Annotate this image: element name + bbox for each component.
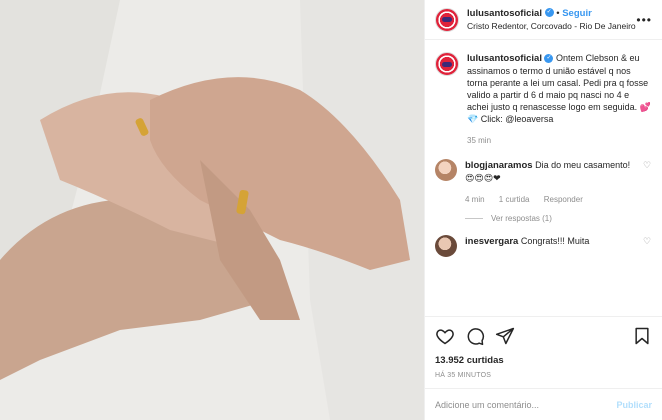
likes-count[interactable]: 13.952 curtidas <box>435 355 652 366</box>
like-heart-icon[interactable] <box>435 326 455 346</box>
comment-username[interactable]: inesvergara <box>465 236 518 247</box>
comment-bubble-icon[interactable] <box>465 326 485 346</box>
comment-time: 4 min <box>465 195 485 204</box>
replies-divider <box>465 218 483 219</box>
hands-with-rings-image <box>0 0 424 420</box>
follow-button[interactable]: Seguir <box>562 8 592 19</box>
mask-logo-icon <box>442 17 452 22</box>
more-dots-icon[interactable]: ••• <box>636 13 652 27</box>
comment-heart-icon[interactable]: ♡ <box>643 237 652 246</box>
caption-row: lulusantosoficial ✓ Ontem Clebson & eu a… <box>435 52 652 147</box>
comment-username[interactable]: blogjanaramos <box>465 160 533 171</box>
post-time-ago: HÁ 35 MINUTOS <box>435 372 492 379</box>
caption-time: 35 min <box>467 136 492 145</box>
caption-username[interactable]: lulusantosoficial <box>467 53 542 64</box>
caption-avatar[interactable] <box>435 52 459 76</box>
comment-input[interactable] <box>435 399 617 410</box>
comment-content: blogjanaramos Dia do meu casamento! 😍😍😍❤… <box>465 159 637 206</box>
view-replies-button[interactable]: Ver respostas (1) <box>465 214 652 223</box>
profile-avatar[interactable] <box>435 7 459 32</box>
comment-row: inesvergara Congrats!!! Muita ♡ <box>435 235 652 257</box>
comment-content: inesvergara Congrats!!! Muita <box>465 235 637 257</box>
post-header-info: lulusantosoficial ✓ • Seguir Cristo Rede… <box>467 7 636 33</box>
mask-logo-icon <box>442 61 452 67</box>
reply-button[interactable]: Responder <box>544 195 583 204</box>
caption-content: lulusantosoficial ✓ Ontem Clebson & eu a… <box>467 52 652 147</box>
verified-badge-icon: ✓ <box>544 54 554 64</box>
post-username[interactable]: lulusantosoficial <box>467 8 542 19</box>
comment-meta: 4 min 1 curtida Responder <box>465 194 637 206</box>
post-photo[interactable] <box>0 0 424 420</box>
separator-dot: • <box>556 7 560 19</box>
comment-avatar[interactable] <box>435 159 457 181</box>
share-send-icon[interactable] <box>495 326 515 346</box>
comment-composer: Publicar <box>425 388 662 420</box>
verified-badge-icon: ✓ <box>544 8 554 18</box>
comment-text: Congrats!!! Muita <box>520 236 590 246</box>
post-header: lulusantosoficial ✓ • Seguir Cristo Rede… <box>425 0 662 40</box>
post-side-panel: lulusantosoficial ✓ • Seguir Cristo Rede… <box>424 0 662 420</box>
comment-avatar[interactable] <box>435 235 457 257</box>
post-actions: 13.952 curtidas HÁ 35 MINUTOS <box>425 316 662 379</box>
view-replies-label: Ver respostas (1) <box>491 214 552 223</box>
instagram-post-window: lulusantosoficial ✓ • Seguir Cristo Rede… <box>0 0 662 420</box>
post-location[interactable]: Cristo Redentor, Corcovado - Rio De Jane… <box>467 20 636 33</box>
comment-likes[interactable]: 1 curtida <box>499 195 530 204</box>
publish-button[interactable]: Publicar <box>616 400 652 410</box>
action-icons <box>435 325 652 347</box>
header-line: lulusantosoficial ✓ • Seguir <box>467 7 636 20</box>
caption-meta: 35 min <box>467 135 652 147</box>
comments-area[interactable]: lulusantosoficial ✓ Ontem Clebson & eu a… <box>425 40 662 316</box>
comment-heart-icon[interactable]: ♡ <box>643 161 652 170</box>
comment-row: blogjanaramos Dia do meu casamento! 😍😍😍❤… <box>435 159 652 206</box>
save-bookmark-icon[interactable] <box>632 326 652 346</box>
